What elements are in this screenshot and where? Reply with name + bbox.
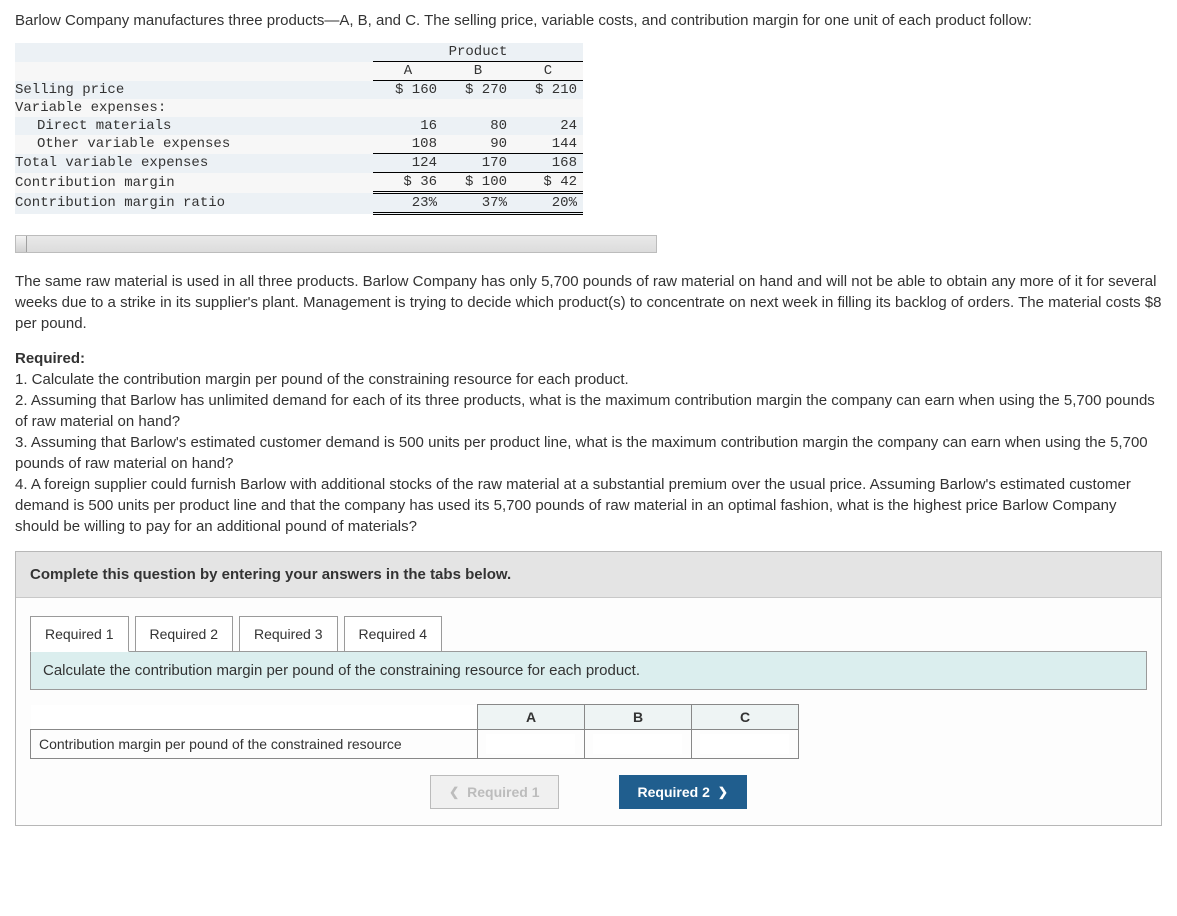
tab-required-3[interactable]: Required 3	[239, 616, 338, 652]
answer-table: A B C Contribution margin per pound of t…	[30, 704, 799, 759]
row-var-exp-label: Variable expenses:	[15, 99, 373, 117]
tab-prompt: Calculate the contribution margin per po…	[30, 652, 1147, 690]
tab-required-4[interactable]: Required 4	[344, 616, 443, 652]
tab-row: Required 1 Required 2 Required 3 Require…	[16, 598, 1161, 652]
row-total-var: Total variable expenses	[15, 154, 373, 173]
col-c: C	[513, 62, 583, 81]
nav-next-button[interactable]: Required 2 ❯	[619, 775, 747, 809]
requirement-2: 2. Assuming that Barlow has unlimited de…	[15, 390, 1162, 432]
ans-col-c: C	[692, 705, 799, 730]
row-cm-ratio: Contribution margin ratio	[15, 193, 373, 214]
tab-required-2[interactable]: Required 2	[135, 616, 234, 652]
context-paragraph: The same raw material is used in all thr…	[15, 271, 1162, 334]
row-cm: Contribution margin	[15, 173, 373, 193]
row-selling-price: Selling price	[15, 81, 373, 100]
horizontal-scrollbar[interactable]	[15, 235, 657, 253]
required-heading: Required:	[15, 348, 1162, 369]
nav-prev-button[interactable]: ❮ Required 1	[430, 775, 558, 809]
nav-next-label: Required 2	[638, 784, 710, 800]
answer-panel: Complete this question by entering your …	[15, 551, 1162, 826]
scrollbar-thumb[interactable]	[16, 236, 27, 252]
tab-required-1[interactable]: Required 1	[30, 616, 129, 652]
chevron-right-icon: ❯	[718, 785, 728, 799]
ans-input-c[interactable]	[700, 734, 789, 754]
ans-input-a[interactable]	[486, 734, 575, 754]
row-direct-materials: Direct materials	[15, 117, 373, 135]
col-b: B	[443, 62, 513, 81]
col-group-header: Product	[373, 43, 583, 62]
product-table: Product A B C Selling price $ 160 $ 270 …	[15, 43, 583, 215]
row-other-var: Other variable expenses	[15, 135, 373, 154]
answer-instruction: Complete this question by entering your …	[16, 552, 1161, 598]
requirement-4: 4. A foreign supplier could furnish Barl…	[15, 474, 1162, 537]
nav-prev-label: Required 1	[467, 784, 539, 800]
ans-input-b[interactable]	[593, 734, 682, 754]
requirement-3: 3. Assuming that Barlow's estimated cust…	[15, 432, 1162, 474]
ans-col-b: B	[585, 705, 692, 730]
intro-text: Barlow Company manufactures three produc…	[15, 10, 1162, 31]
requirement-1: 1. Calculate the contribution margin per…	[15, 369, 1162, 390]
ans-col-a: A	[478, 705, 585, 730]
ans-row-label: Contribution margin per pound of the con…	[31, 730, 478, 759]
chevron-left-icon: ❮	[449, 785, 459, 799]
col-a: A	[373, 62, 443, 81]
